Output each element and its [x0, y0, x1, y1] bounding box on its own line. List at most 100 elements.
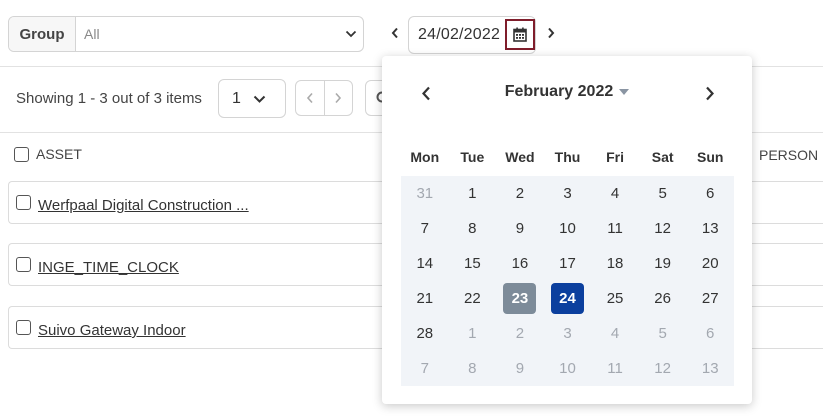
day-number: 16: [511, 255, 529, 272]
date-input-value: 24/02/2022: [418, 26, 501, 43]
calendar-day[interactable]: 2: [496, 176, 544, 211]
day-number: 25: [606, 290, 624, 307]
day-number: 11: [607, 360, 623, 377]
day-number: 21: [416, 290, 434, 307]
weekday-header: Mon Tue Wed Thu Fri Sat Sun: [401, 149, 734, 165]
group-filter[interactable]: Group All: [8, 16, 364, 52]
chevron-right-icon: [335, 92, 342, 104]
calendar-day[interactable]: 12: [639, 211, 687, 246]
next-date-button[interactable]: [542, 22, 560, 44]
calendar-day-outside-month[interactable]: 5: [639, 316, 687, 351]
asset-column-header: ASSET: [14, 146, 82, 162]
calendar-toggle-button[interactable]: [505, 19, 535, 50]
asset-link[interactable]: Suivo Gateway Indoor: [38, 322, 186, 339]
calendar-day[interactable]: 20: [686, 246, 734, 281]
calendar-day-outside-month[interactable]: 4: [591, 316, 639, 351]
day-number: 31: [416, 185, 434, 202]
calendar-day-outside-month[interactable]: 8: [449, 351, 497, 386]
select-all-checkbox[interactable]: [14, 146, 29, 162]
calendar-day[interactable]: 6: [686, 176, 734, 211]
calendar-day[interactable]: 26: [639, 281, 687, 316]
calendar-day-selected[interactable]: 24: [544, 281, 592, 316]
calendar-day-outside-month[interactable]: 3: [544, 316, 592, 351]
calendar-day[interactable]: 14: [401, 246, 449, 281]
calendar-day[interactable]: 1: [449, 176, 497, 211]
chevron-left-icon: [306, 92, 313, 104]
day-number: 4: [610, 325, 620, 342]
day-number: 14: [416, 255, 434, 272]
asset-link[interactable]: INGE_TIME_CLOCK: [38, 259, 179, 276]
calendar-day[interactable]: 25: [591, 281, 639, 316]
calendar-day-outside-month[interactable]: 12: [639, 351, 687, 386]
group-select-value[interactable]: All: [76, 26, 339, 42]
weekday-label: Thu: [554, 149, 581, 165]
group-label: Group: [9, 17, 76, 51]
day-number: 3: [563, 185, 572, 202]
asset-link[interactable]: Werfpaal Digital Construction ...: [38, 197, 249, 214]
calendar-day-outside-month[interactable]: 31: [401, 176, 449, 211]
row-checkbox[interactable]: [16, 257, 31, 272]
page-size-select[interactable]: 1: [218, 79, 286, 118]
calendar-day[interactable]: 11: [591, 211, 639, 246]
calendar-day-outside-month[interactable]: 9: [496, 351, 544, 386]
next-page-button[interactable]: [323, 81, 353, 115]
calendar-day[interactable]: 27: [686, 281, 734, 316]
day-number: 22: [464, 290, 481, 307]
calendar-day[interactable]: 15: [449, 246, 497, 281]
calendar-day[interactable]: 17: [544, 246, 592, 281]
calendar-day[interactable]: 5: [639, 176, 687, 211]
asset-column-label: ASSET: [36, 146, 82, 162]
day-number: 7: [420, 220, 429, 237]
calendar-day[interactable]: 7: [401, 211, 449, 246]
calendar-day[interactable]: 10: [544, 211, 592, 246]
day-number: 10: [559, 360, 576, 377]
row-checkbox[interactable]: [16, 195, 31, 210]
calendar-day-outside-month[interactable]: 7: [401, 351, 449, 386]
day-number: 6: [706, 185, 715, 202]
next-month-button[interactable]: [699, 82, 721, 104]
day-number: 24: [550, 283, 584, 314]
calendar-day[interactable]: 16: [496, 246, 544, 281]
calendar-day[interactable]: 21: [401, 281, 449, 316]
weekday-label: Mon: [410, 149, 440, 165]
month-select[interactable]: February 2022: [382, 83, 752, 101]
previous-page-button[interactable]: [296, 81, 324, 115]
day-number: 12: [654, 220, 671, 237]
calendar-day-outside-month[interactable]: 6: [686, 316, 734, 351]
calendar-day-outside-month[interactable]: 13: [686, 351, 734, 386]
day-number: 11: [607, 220, 623, 237]
calendar-day-outside-month[interactable]: 10: [544, 351, 592, 386]
calendar-day[interactable]: 18: [591, 246, 639, 281]
chevron-down-icon[interactable]: [339, 30, 363, 38]
day-number: 23: [503, 283, 537, 314]
month-title: February 2022: [504, 83, 614, 100]
calendar-day[interactable]: 19: [639, 246, 687, 281]
calendar-day-outside-month[interactable]: 1: [449, 316, 497, 351]
previous-date-button[interactable]: [386, 22, 404, 44]
day-number: 6: [706, 325, 715, 342]
calendar-day[interactable]: 3: [544, 176, 592, 211]
calendar-day[interactable]: 28: [401, 316, 449, 351]
day-number: 19: [654, 255, 671, 272]
calendar-day-highlighted[interactable]: 23: [496, 281, 544, 316]
day-number: 9: [515, 220, 525, 237]
calendar-day-outside-month[interactable]: 11: [591, 351, 639, 386]
calendar-day-outside-month[interactable]: 2: [496, 316, 544, 351]
day-number: 13: [701, 360, 719, 377]
weekday-label: Tue: [460, 149, 485, 165]
day-number: 15: [464, 255, 481, 272]
day-number: 1: [468, 325, 477, 342]
chevron-right-icon: [706, 86, 714, 100]
day-number: 1: [468, 185, 477, 202]
chevron-left-icon: [391, 27, 398, 39]
calendar-day[interactable]: 22: [449, 281, 497, 316]
day-number: 17: [559, 255, 576, 272]
calendar-day[interactable]: 4: [591, 176, 639, 211]
calendar-day[interactable]: 8: [449, 211, 497, 246]
calendar-day[interactable]: 13: [686, 211, 734, 246]
person-column-header: PERSON: [759, 147, 819, 163]
day-number: 26: [654, 290, 671, 307]
calendar-day[interactable]: 9: [496, 211, 544, 246]
row-checkbox[interactable]: [16, 320, 31, 335]
weekday-label: Fri: [606, 149, 624, 165]
